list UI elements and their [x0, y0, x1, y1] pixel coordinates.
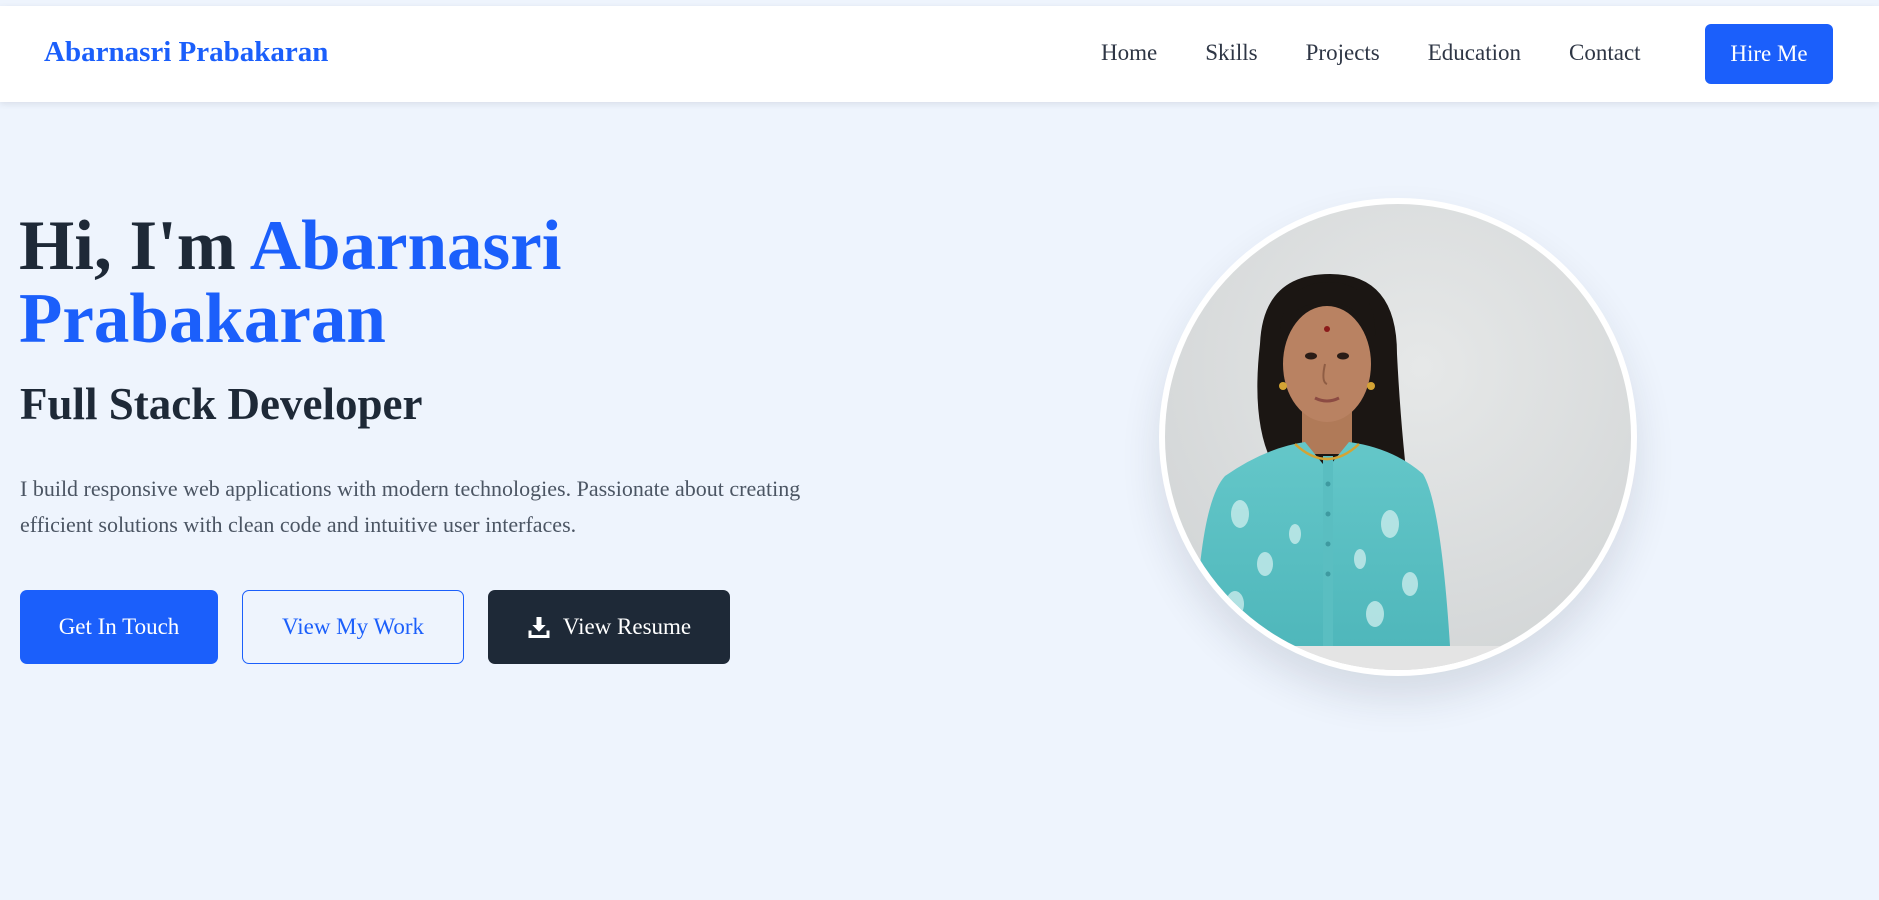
brand-logo[interactable]: Abarnasri Prabakaran	[44, 38, 328, 67]
view-my-work-button[interactable]: View My Work	[242, 590, 464, 664]
view-my-work-label: View My Work	[282, 614, 424, 639]
hero-title: Hi, I'm Abarnasri Prabakaran	[19, 210, 919, 356]
get-in-touch-button[interactable]: Get In Touch	[20, 590, 218, 664]
download-icon	[527, 615, 551, 639]
view-resume-label: View Resume	[562, 614, 692, 639]
navbar: Abarnasri Prabakaran Home Skills Project…	[0, 6, 1879, 102]
nav-menu: Home Skills Projects Education Contact	[1101, 41, 1641, 64]
nav-link-contact[interactable]: Contact	[1569, 41, 1641, 64]
get-in-touch-label: Get In Touch	[58, 614, 180, 639]
hero-role: Full Stack Developer	[20, 379, 423, 429]
view-resume-button[interactable]: View Resume	[488, 590, 730, 664]
nav-link-home[interactable]: Home	[1101, 41, 1157, 64]
nav-link-projects[interactable]: Projects	[1306, 41, 1380, 64]
hero-greeting: Hi, I'm	[19, 207, 236, 285]
profile-photo	[1165, 204, 1631, 670]
nav-link-education[interactable]: Education	[1428, 41, 1521, 64]
hire-me-button[interactable]: Hire Me	[1705, 24, 1833, 84]
hero-name-first: Abarnasri	[249, 207, 562, 285]
hero-name-last: Prabakaran	[19, 280, 386, 358]
hero-description: I build responsive web applications with…	[20, 476, 801, 537]
nav-link-skills[interactable]: Skills	[1205, 41, 1257, 64]
profile-photo-frame	[1159, 198, 1637, 676]
